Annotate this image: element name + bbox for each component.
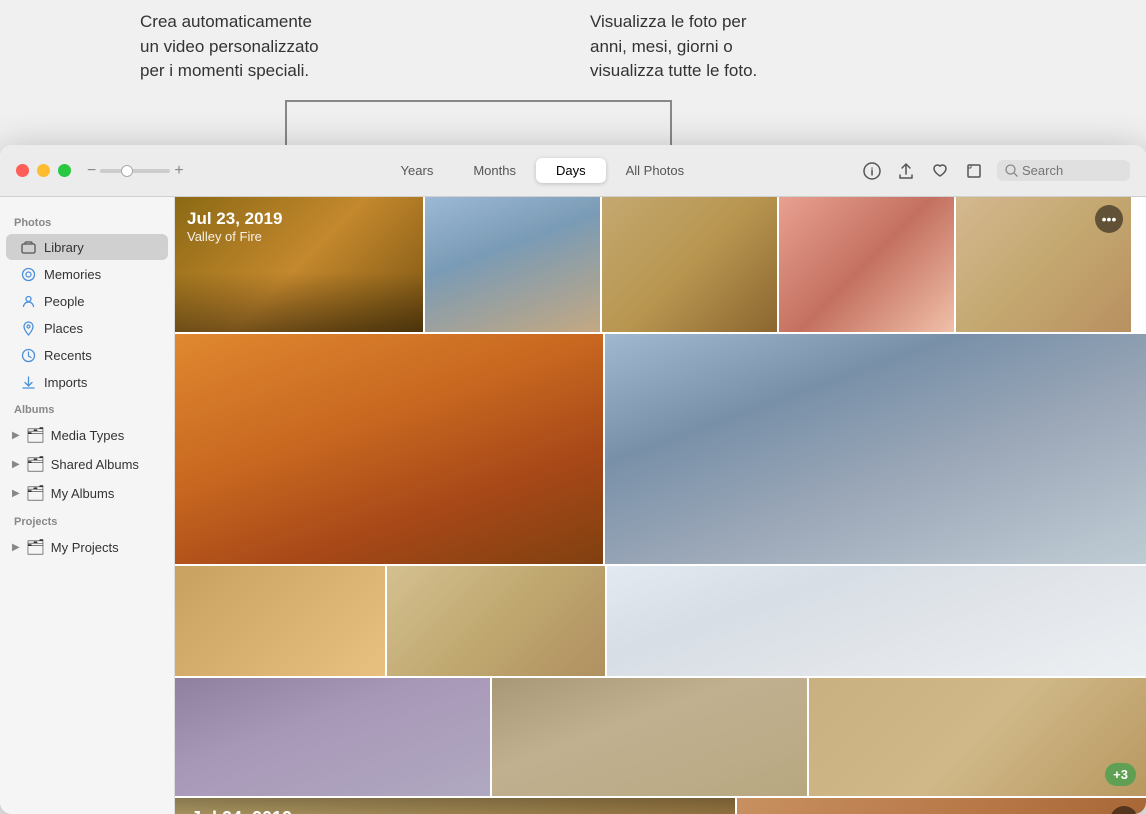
sidebar-item-shared-albums[interactable]: ▶ 🗂 Shared Albums [2,450,172,478]
tab-years[interactable]: Years [381,158,454,183]
tab-days[interactable]: Days [536,158,606,183]
projects-section-label: Projects [0,508,174,532]
recents-label: Recents [44,348,92,363]
heart-icon[interactable] [929,160,951,182]
shared-albums-label: Shared Albums [51,457,139,472]
search-box [997,160,1130,181]
sidebar-item-my-projects[interactable]: ▶ 🗂 My Projects [2,533,172,561]
day1-row3 [175,566,1146,676]
photo-cell [607,566,1146,676]
tooltip-bracket [285,100,672,102]
tooltip-line [285,100,287,148]
zoom-thumb [121,165,133,177]
media-types-chevron: ▶ [12,430,20,441]
zoom-slider[interactable] [100,169,170,173]
sidebar-item-memories[interactable]: Memories [6,261,168,287]
info-icon[interactable]: i [861,160,883,182]
photo-cell[interactable] [387,566,605,676]
toolbar-actions: i [861,160,1130,182]
library-icon [20,239,36,255]
photo-cell[interactable] [602,197,777,332]
photo-cell[interactable] [425,197,600,332]
day1-location: Valley of Fire [187,229,411,244]
sidebar: Photos Library Memories [0,197,175,814]
imports-label: Imports [44,375,87,390]
sidebar-item-recents[interactable]: Recents [6,342,168,368]
photos-section-label: Photos [0,209,174,233]
memories-icon [20,266,36,282]
maximize-button[interactable] [58,164,71,177]
photo-cell[interactable]: Jul 23, 2019 Valley of Fire [175,197,423,332]
people-icon [20,293,36,309]
my-albums-folder-icon: 🗂 [26,484,45,502]
photo-cell[interactable] [492,678,807,796]
photo-cell[interactable]: ••• [737,798,1146,814]
people-label: People [44,294,84,309]
day1-date: Jul 23, 2019 [187,209,411,229]
photo-grid: Jul 23, 2019 Valley of Fire [175,197,1146,814]
content-area: Photos Library Memories [0,197,1146,814]
day1-row2 [175,334,1146,564]
photo-cell[interactable] [175,334,603,564]
crop-icon[interactable] [963,160,985,182]
my-projects-folder-icon: 🗂 [26,538,45,556]
tooltip-right: Visualizza le foto peranni, mesi, giorni… [480,10,960,84]
my-albums-label: My Albums [51,486,115,501]
close-button[interactable] [16,164,29,177]
sidebar-item-media-types[interactable]: ▶ 🗂 Media Types [2,421,172,449]
shared-albums-folder-icon: 🗂 [26,455,45,473]
photo-cell[interactable] [605,334,1146,564]
photo-cell[interactable] [175,566,385,676]
imports-icon [20,374,36,390]
memories-label: Memories [44,267,101,282]
more-button[interactable]: ••• [1095,205,1123,233]
my-projects-chevron: ▶ [12,542,20,553]
places-icon [20,320,36,336]
zoom-in-button[interactable]: + [174,163,183,179]
sidebar-item-imports[interactable]: Imports [6,369,168,395]
share-icon[interactable] [895,160,917,182]
day2-row1: Jul 24, 2019 ••• [175,798,1146,814]
places-label: Places [44,321,83,336]
library-label: Library [44,240,84,255]
day2-date: Jul 24, 2019 [191,808,292,814]
tooltip-left: Crea automaticamenteun video personalizz… [0,10,480,84]
svg-text:i: i [870,166,873,178]
main-window: − + Years Months Days All Photos i [0,145,1146,814]
minimize-button[interactable] [37,164,50,177]
sidebar-item-places[interactable]: Places [6,315,168,341]
zoom-out-button[interactable]: − [87,163,96,179]
recents-icon [20,347,36,363]
tooltip-area: Crea automaticamenteun video personalizz… [0,0,1146,145]
titlebar: − + Years Months Days All Photos i [0,145,1146,197]
media-types-folder-icon: 🗂 [26,426,45,444]
search-input[interactable] [1022,163,1122,178]
sidebar-item-my-albums[interactable]: ▶ 🗂 My Albums [2,479,172,507]
my-albums-chevron: ▶ [12,488,20,499]
date-overlay: Jul 23, 2019 Valley of Fire [175,197,423,332]
tab-all-photos[interactable]: All Photos [606,158,705,183]
albums-section-label: Albums [0,396,174,420]
day1-row1: Jul 23, 2019 Valley of Fire [175,197,1146,332]
day1-row4: +3 [175,678,1146,796]
my-projects-label: My Projects [51,540,119,555]
zoom-control: − + [87,163,184,179]
photo-cell[interactable] [779,197,954,332]
photo-cell[interactable] [175,678,490,796]
tooltip-line2 [670,100,672,148]
traffic-lights [16,164,71,177]
tab-months[interactable]: Months [453,158,536,183]
photo-cell[interactable]: +3 [809,678,1146,796]
view-tabs: Years Months Days All Photos [224,158,861,183]
photo-cell[interactable]: Jul 24, 2019 [175,798,735,814]
media-types-label: Media Types [51,428,124,443]
search-icon [1005,164,1018,177]
count-badge: +3 [1105,763,1136,786]
sidebar-item-people[interactable]: People [6,288,168,314]
photo-cell[interactable]: ••• [956,197,1131,332]
shared-albums-chevron: ▶ [12,459,20,470]
sidebar-item-library[interactable]: Library [6,234,168,260]
